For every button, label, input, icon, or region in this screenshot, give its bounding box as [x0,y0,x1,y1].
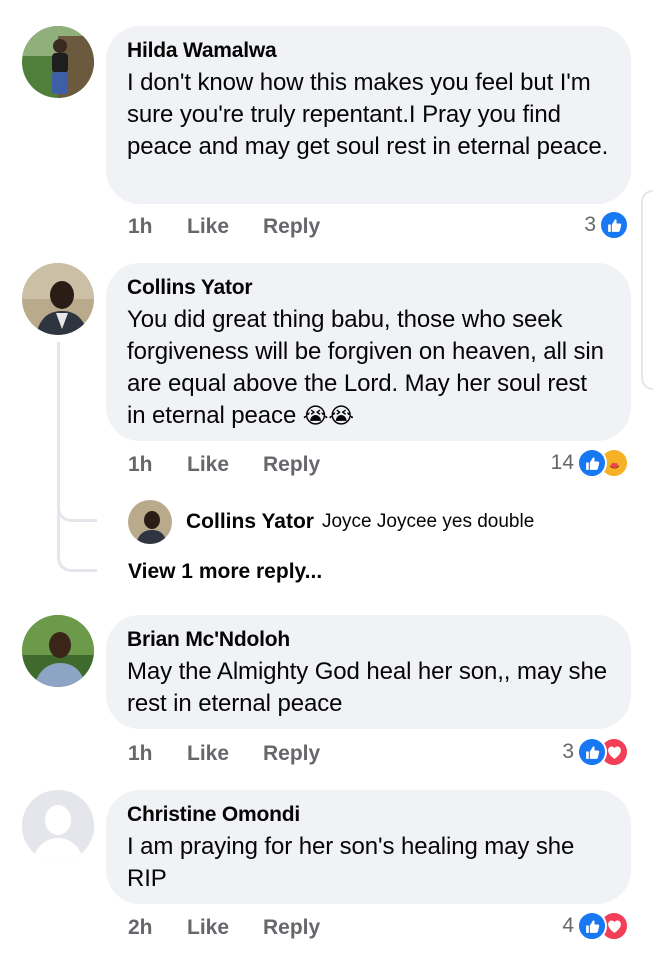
comment-text: May the Almighty God heal her son,, may … [127,658,607,717]
comment-actions: 1h Like Reply [128,450,320,480]
side-panel-edge[interactable] [641,190,653,390]
comment-text: I don't know how this makes you feel but… [127,69,609,160]
reply-button[interactable]: Reply [263,215,320,239]
comment-bubble[interactable]: Christine Omondi I am praying for her so… [106,790,631,904]
reaction-count: 3 [562,740,574,763]
reaction-summary[interactable]: 3 [562,736,629,768]
reply-button[interactable]: Reply [263,742,320,766]
like-button[interactable]: Like [187,215,263,239]
comment-text-body: You did great thing babu, those who seek… [127,306,604,429]
comment-bubble[interactable]: Collins Yator You did great thing babu, … [106,263,631,441]
thread-line [57,500,97,572]
reaction-count: 14 [550,451,574,474]
avatar[interactable] [22,790,94,862]
like-icon [577,448,607,478]
avatar[interactable] [128,500,172,544]
reply-item: Collins Yator Joyce Joycee yes double [128,500,534,544]
comment-actions: 1h Like Reply [128,739,320,769]
comment-actions: 2h Like Reply [128,913,320,943]
like-button[interactable]: Like [187,916,263,940]
comment-author[interactable]: Christine Omondi [127,802,609,828]
reply-button[interactable]: Reply [263,453,320,477]
comment-author[interactable]: Brian Mc'Ndoloh [127,627,609,653]
reaction-count: 3 [584,213,596,236]
avatar[interactable] [22,615,94,687]
avatar[interactable] [22,263,94,335]
comment-actions: 1h Like Reply [128,212,320,242]
comment-bubble[interactable]: Hilda Wamalwa I don't know how this make… [106,26,631,204]
like-icon [577,911,607,941]
thread-line [57,342,97,522]
avatar[interactable] [22,26,94,98]
view-more-replies-link[interactable]: View 1 more reply... [128,560,322,584]
reaction-summary[interactable]: 4 [562,910,629,942]
comment-text: I am praying for her son's healing may s… [127,833,575,892]
comment-author[interactable]: Collins Yator [127,275,609,301]
reply-author[interactable]: Collins Yator [186,510,314,534]
crying-emoji: 😭😭 [302,403,354,428]
like-button[interactable]: Like [187,742,263,766]
comment-time[interactable]: 1h [128,453,187,477]
like-icon [599,210,629,240]
comment-bubble[interactable]: Brian Mc'Ndoloh May the Almighty God hea… [106,615,631,729]
comment-time[interactable]: 1h [128,215,187,239]
reply-text: Joyce Joycee yes double [321,511,535,532]
like-icon [577,737,607,767]
reply-button[interactable]: Reply [263,916,320,940]
comment-author[interactable]: Hilda Wamalwa [127,38,609,64]
reaction-count: 4 [562,914,574,937]
comment-time[interactable]: 2h [128,916,187,940]
reaction-summary[interactable]: 14 [551,447,629,479]
comment-time[interactable]: 1h [128,742,187,766]
reaction-summary[interactable]: 3 [584,209,629,241]
like-button[interactable]: Like [187,453,263,477]
comment-text: You did great thing babu, those who seek… [127,304,609,432]
